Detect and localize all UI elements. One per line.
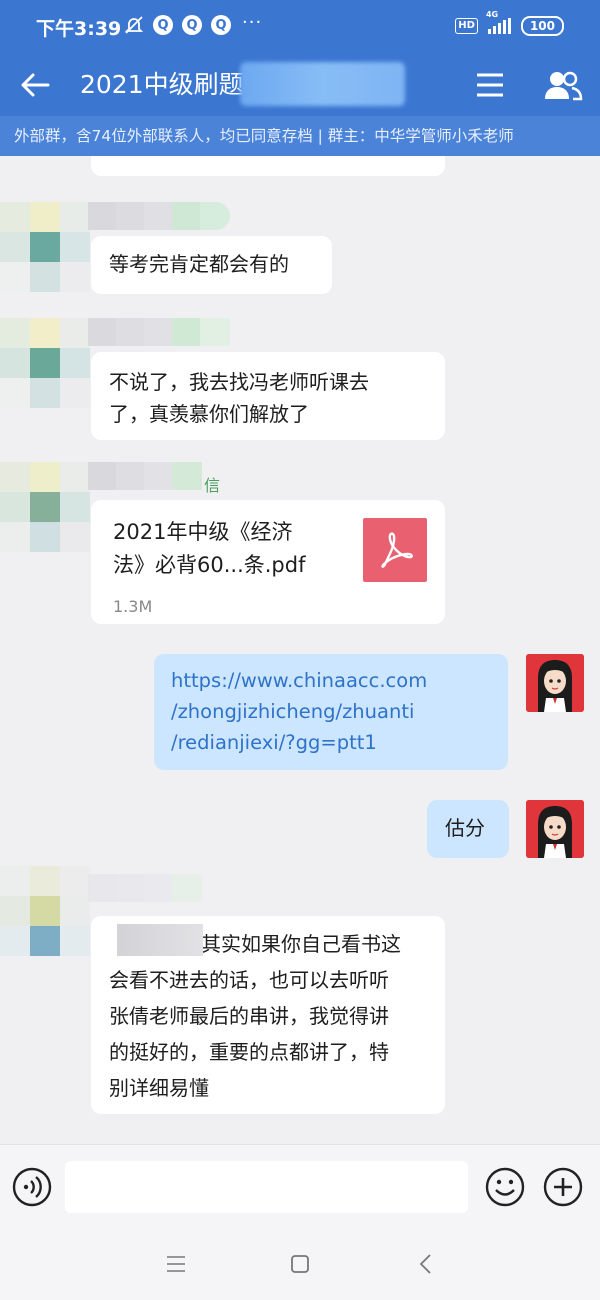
signal-icon: 4G: [486, 10, 511, 34]
nav-menu-icon[interactable]: [164, 1252, 188, 1276]
status-time: 下午3:39: [36, 18, 122, 40]
blurred-sender-name: [88, 874, 228, 902]
message-bubble[interactable]: 不说了，我去找冯老师听课去 了，真羡慕你们解放了: [91, 352, 445, 440]
link-text-line[interactable]: /zhongjizhicheng/zhuanti: [171, 696, 491, 727]
link-text-line[interactable]: /redianjiexi/?gg=ptt1: [171, 727, 491, 758]
message-input[interactable]: [65, 1161, 468, 1213]
girl-avatar-icon: [526, 654, 584, 712]
mute-bell-icon: [124, 16, 144, 34]
system-nav-bar: [0, 1228, 600, 1300]
battery-icon: 100: [520, 16, 564, 36]
status-bar: 下午3:39 Q Q Q ··· HD 4G 100: [0, 0, 600, 56]
message-bubble[interactable]: 等考完肯定都会有的: [91, 236, 332, 294]
blurred-mention: [117, 924, 203, 956]
blurred-sender-name: [88, 318, 230, 346]
qq-notification-icon: Q: [211, 15, 231, 35]
message-text-line: 张倩老师最后的串讲，我觉得讲: [109, 1004, 389, 1028]
girl-avatar-icon: [526, 800, 584, 858]
menu-icon[interactable]: [474, 69, 506, 101]
message-bubble[interactable]: 的: [91, 156, 445, 176]
network-type: 4G: [485, 10, 499, 19]
message-text-line: 会看不进去的话，也可以去听听: [109, 968, 389, 992]
message-text-line: 别详细易懂: [109, 1076, 209, 1100]
blurred-sender-name: [88, 202, 230, 230]
blurred-title-region: [240, 62, 405, 106]
blurred-avatar[interactable]: [0, 318, 90, 408]
message-text-line: 的挺好的，重要的点都讲了，特: [109, 1040, 389, 1064]
status-system-icons: HD 4G 100: [455, 10, 564, 36]
blurred-avatar[interactable]: [0, 462, 90, 552]
status-notification-icons: Q Q Q ···: [124, 11, 263, 35]
voice-icon[interactable]: [12, 1167, 52, 1207]
qq-notification-icon: Q: [182, 15, 202, 35]
message-input-bar: [0, 1144, 600, 1228]
hd-voice-icon: HD: [455, 18, 478, 34]
my-avatar[interactable]: [526, 800, 584, 858]
group-members-icon[interactable]: [543, 68, 583, 102]
link-text-line[interactable]: https://www.chinaacc.com: [171, 665, 491, 696]
message-bubble[interactable]: 其实如果你自己看书这 会看不进去的话，也可以去听听 张倩老师最后的串讲，我觉得讲…: [91, 916, 445, 1114]
link-message-bubble[interactable]: https://www.chinaacc.com /zhongjizhichen…: [154, 654, 508, 770]
blurred-avatar[interactable]: [0, 202, 90, 292]
emoji-icon[interactable]: [485, 1167, 525, 1207]
plus-icon[interactable]: [543, 1167, 583, 1207]
nav-home-icon[interactable]: [288, 1252, 312, 1276]
message-text-line: 了，真羡慕你们解放了: [109, 402, 309, 426]
back-arrow-icon[interactable]: [18, 68, 52, 102]
file-message-card[interactable]: 2021年中级《经济 法》必背60...条.pdf 1.3M: [91, 500, 445, 624]
qq-notification-icon: Q: [153, 15, 173, 35]
group-notice-bar[interactable]: 外部群，含74位外部联系人，均已同意存档 | 群主：中华学管师小禾老师: [0, 116, 600, 156]
my-avatar[interactable]: [526, 654, 584, 712]
blurred-avatar[interactable]: [0, 866, 90, 956]
pdf-file-icon: [363, 518, 427, 582]
nav-back-icon[interactable]: [414, 1252, 438, 1276]
message-text: 等考完肯定都会有的: [109, 252, 289, 276]
chat-message-list[interactable]: 的 等考完肯定都会有的 不说了，我去找冯老师听课去 了，真羡慕你们解放了 信 2…: [0, 156, 600, 1144]
message-text-line: 不说了，我去找冯老师听课去: [109, 370, 369, 394]
more-notifications-icon: ···: [242, 11, 263, 33]
file-name-line: 2021年中级《经济: [113, 520, 293, 544]
chat-title: 2021中级刷题: [80, 70, 244, 99]
chat-header: 2021中级刷题: [0, 56, 600, 116]
file-name-line: 法》必背60...条.pdf: [113, 553, 306, 577]
message-text: 估分: [445, 816, 485, 840]
blurred-sender-name: [88, 462, 204, 490]
sender-name-fragment: 信: [204, 476, 221, 495]
file-size: 1.3M: [113, 597, 153, 616]
message-bubble[interactable]: 估分: [427, 800, 509, 858]
